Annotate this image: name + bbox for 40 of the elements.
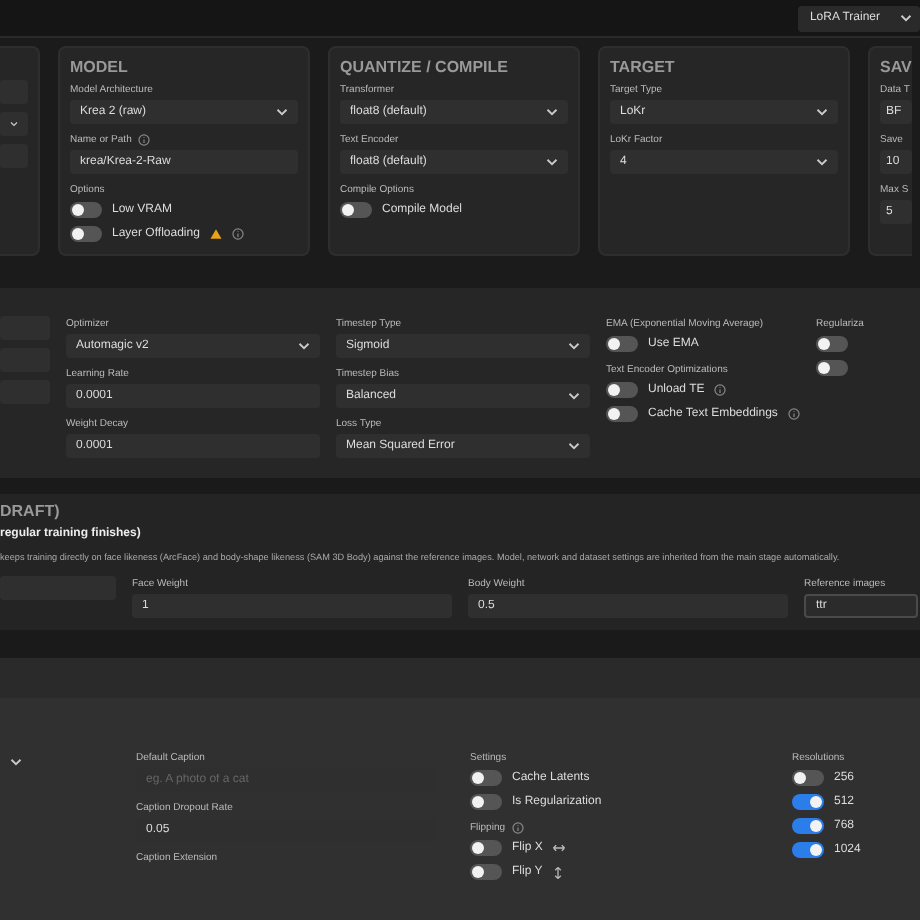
panel-title: MODEL xyxy=(70,56,130,78)
panel-title: TARGET xyxy=(610,56,677,78)
panel-title: QUANTIZE / COMPILE xyxy=(340,56,510,78)
toggle-switch[interactable] xyxy=(606,406,638,422)
caret-icon xyxy=(816,108,828,116)
caret-icon xyxy=(568,342,580,350)
info-icon[interactable] xyxy=(787,408,800,420)
toggle-switch[interactable] xyxy=(470,794,502,810)
flip-horizontal-icon xyxy=(552,842,567,854)
caret-icon xyxy=(276,108,288,116)
caret-icon xyxy=(546,108,558,116)
toggle-switch[interactable] xyxy=(606,382,638,398)
caret-icon xyxy=(546,158,558,166)
caret-icon xyxy=(568,392,580,400)
toggle-switch[interactable] xyxy=(792,794,824,810)
caret-icon xyxy=(10,758,22,766)
panel-title: DRAFT) xyxy=(0,500,62,522)
toggle-switch[interactable] xyxy=(816,360,848,376)
caret-icon xyxy=(298,342,310,350)
caret-icon xyxy=(816,158,828,166)
caret-icon xyxy=(10,120,18,128)
info-icon[interactable] xyxy=(137,134,150,146)
toggle-switch[interactable] xyxy=(816,336,848,352)
info-icon[interactable] xyxy=(714,384,727,396)
toggle-switch[interactable] xyxy=(792,842,824,858)
flip-vertical-icon xyxy=(552,865,565,879)
panel-title: SAV xyxy=(880,56,912,78)
toggle-switch[interactable] xyxy=(70,202,102,218)
info-icon[interactable] xyxy=(231,228,244,240)
toggle-switch[interactable] xyxy=(470,770,502,786)
caret-icon xyxy=(900,14,912,22)
toggle-switch[interactable] xyxy=(470,840,502,856)
toggle-switch[interactable] xyxy=(792,818,824,834)
toggle-switch[interactable] xyxy=(606,336,638,352)
toggle-switch[interactable] xyxy=(470,864,502,880)
info-icon[interactable] xyxy=(511,822,524,834)
toggle-switch[interactable] xyxy=(70,226,102,242)
toggle-switch[interactable] xyxy=(340,202,372,218)
caret-icon xyxy=(568,442,580,450)
toggle-switch[interactable] xyxy=(792,770,824,786)
